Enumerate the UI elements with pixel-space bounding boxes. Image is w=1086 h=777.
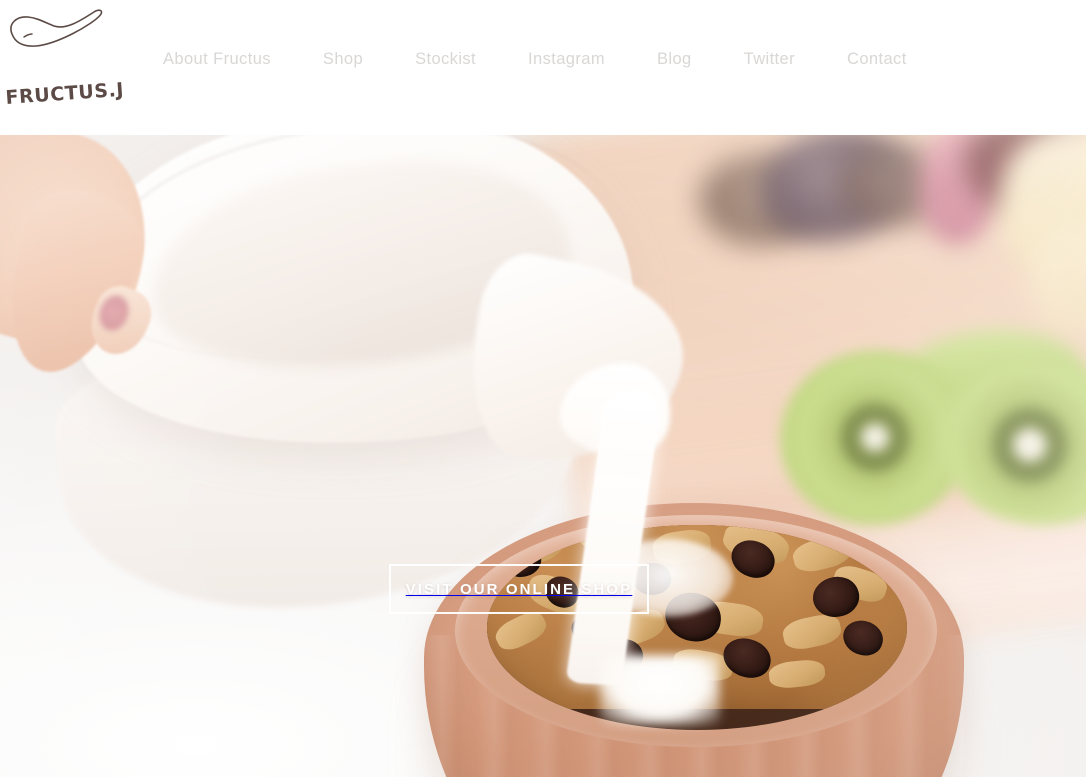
brand-wordmark: FRUCTUS.JP xyxy=(5,80,124,109)
nav-item-contact[interactable]: Contact xyxy=(847,46,907,72)
photo-milk-splash xyxy=(600,655,720,725)
nav-item-instagram[interactable]: Instagram xyxy=(528,46,605,72)
nav-item-stockist[interactable]: Stockist xyxy=(415,46,476,72)
page-root: FRUCTUS.JP About Fructus Shop Stockist I… xyxy=(0,0,1086,777)
brand-logo-link[interactable]: FRUCTUS.JP xyxy=(0,0,140,125)
main-navigation: About Fructus Shop Stockist Instagram Bl… xyxy=(163,46,907,72)
nav-item-shop[interactable]: Shop xyxy=(323,46,363,72)
spoon-icon xyxy=(10,9,103,47)
site-header: FRUCTUS.JP About Fructus Shop Stockist I… xyxy=(0,0,1086,135)
nav-item-blog[interactable]: Blog xyxy=(657,46,692,72)
hero-section: VISIT OUR ONLINE SHOP xyxy=(0,135,1086,777)
nav-item-twitter[interactable]: Twitter xyxy=(744,46,795,72)
visit-online-shop-label: VISIT OUR ONLINE SHOP xyxy=(405,580,633,598)
hero-photo xyxy=(0,135,1086,777)
nav-item-about-fructus[interactable]: About Fructus xyxy=(163,46,271,72)
brand-wordmark-text: FRUCTUS.JP xyxy=(5,80,124,109)
visit-online-shop-button[interactable]: VISIT OUR ONLINE SHOP xyxy=(389,564,649,614)
